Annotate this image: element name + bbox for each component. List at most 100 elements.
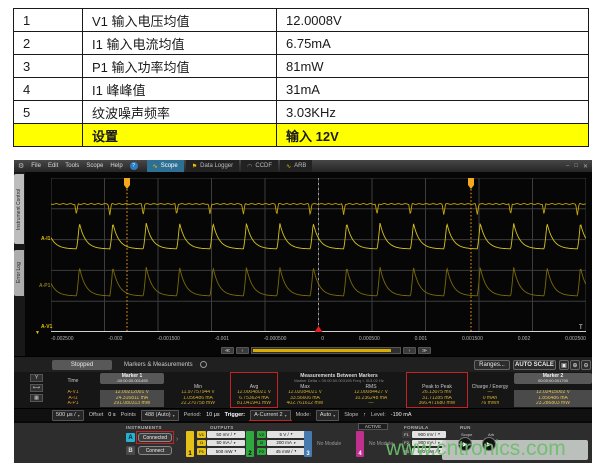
collapse-toggle-icon[interactable]	[200, 361, 207, 368]
level-value[interactable]: -190 mA	[391, 412, 412, 418]
menu-edit[interactable]: Edit	[48, 163, 58, 169]
p2-range-button[interactable]: 45 mW /▾	[267, 448, 305, 455]
watermark-text: www.cntronics.com	[386, 437, 566, 461]
sidebar-tab-instrument-control[interactable]: Instrument Control	[14, 174, 24, 244]
mode-label: Mode:	[296, 412, 311, 418]
x-tick: 0.002	[518, 336, 531, 342]
x-tick: 0.000500	[359, 336, 380, 342]
minimize-button[interactable]: –	[566, 163, 569, 170]
gear-icon[interactable]: ⚙	[18, 162, 24, 170]
ccdf-icon: ◠	[247, 163, 252, 170]
tab-data-logger[interactable]: ⚑Data Logger	[186, 160, 239, 172]
timebase-trigger-strip: 500 μs /▾ Offset 0 s Points 488 (Auto)▾ …	[14, 408, 592, 421]
channel3-no-module-label: No Module	[317, 441, 341, 447]
row-number: 1	[14, 9, 83, 32]
wave-icon: ∿	[153, 163, 158, 170]
ranges-button[interactable]: Ranges...	[474, 360, 510, 370]
i1-tag: I1	[197, 440, 206, 447]
v1-range-value: 50 mV /	[216, 432, 232, 437]
table-row: 4I1 峰峰值31mA	[14, 78, 589, 101]
flag-icon: ⚑	[192, 163, 197, 170]
x-tick: -0.002	[108, 336, 122, 342]
menu-file[interactable]: File	[31, 163, 41, 169]
x-tick: 0.001500	[462, 336, 483, 342]
offset-value[interactable]: 0 s	[108, 412, 115, 418]
row-value: 31mA	[277, 78, 589, 101]
row-name: P1 输入功率均值	[83, 55, 277, 78]
tab-label: CCDF	[255, 163, 272, 169]
maximize-button[interactable]: □	[574, 163, 578, 170]
table-tool-icon[interactable]: ▦	[30, 394, 43, 402]
window-controls: – □ ✕	[566, 163, 588, 170]
row-value: 6.75mA	[277, 32, 589, 55]
menu-scope[interactable]: Scope	[86, 163, 103, 169]
chevron-down-icon: ▾	[438, 432, 440, 436]
i2-range-button[interactable]: 200 mA▾	[267, 440, 305, 447]
scroll-thumb[interactable]	[253, 349, 391, 352]
chevron-down-icon: ▾	[235, 449, 237, 453]
slope-icon[interactable]: ↑	[363, 412, 366, 418]
timebase-dropdown[interactable]: 500 μs /▾	[52, 410, 84, 421]
p1-tag: P1	[197, 448, 206, 455]
instrument-b-connect-button[interactable]: Connect	[138, 446, 172, 455]
row-number: 3	[14, 55, 83, 78]
zoom-in-icon[interactable]: ⊕	[570, 360, 580, 370]
v1-tag: V1	[197, 431, 206, 438]
v1-range-button[interactable]: 50 mV /▾	[207, 431, 245, 438]
tab-scope[interactable]: ∿Scope	[147, 160, 184, 172]
tab-arb[interactable]: ∿ARB	[280, 160, 312, 172]
tab-ccdf[interactable]: ◠CCDF	[241, 160, 278, 172]
i2-tag: I2	[257, 440, 266, 447]
autoscale-button[interactable]: AUTO SCALE	[513, 360, 556, 370]
marker-tool-icon[interactable]: Y	[30, 374, 43, 382]
cell-m2: 23.286803 mW	[514, 401, 592, 407]
i2-range-value: 200 mA	[276, 440, 292, 445]
trace-label-v1: A-V1	[41, 324, 52, 330]
channel3-bar: 3	[304, 431, 312, 457]
scroll-left-button[interactable]: ‹	[236, 347, 249, 354]
active-tab[interactable]: ACTIVE	[358, 423, 388, 430]
p1-range-button[interactable]: 500 mW▾	[207, 448, 245, 455]
i1-range-button[interactable]: 50 mA /▾	[207, 440, 245, 447]
channel4-bar: 4	[356, 431, 364, 457]
chevron-down-icon: ▾	[295, 449, 297, 453]
scroll-track[interactable]	[251, 347, 401, 354]
menu-help[interactable]: Help	[110, 163, 122, 169]
stopped-button[interactable]: Stopped	[52, 360, 112, 370]
span-tool-icon[interactable]: ⟷	[30, 384, 43, 392]
zoom-out-icon[interactable]: ⊖	[581, 360, 591, 370]
row-number: 2	[14, 32, 83, 55]
scroll-right-button[interactable]: ›	[403, 347, 416, 354]
close-button[interactable]: ✕	[583, 163, 588, 170]
marker1-header[interactable]: Marker 1-00:00:00.001495	[100, 373, 164, 384]
waveform-plot-area[interactable]: T A-I1 A-P1 A-V1 ▼ -0.002500 -0.002 -0.0…	[25, 172, 592, 356]
tab-label: Scope	[161, 163, 178, 169]
v2-tag: V2	[257, 431, 266, 438]
annotation-pkpk-box	[406, 372, 468, 408]
trigger-source-value: A-Current 2	[254, 412, 282, 418]
chevron-down-icon: ▾	[173, 413, 175, 418]
marker2-header[interactable]: Marker 200:00:00.001700	[514, 373, 592, 384]
v2-range-button[interactable]: 5 V /▾	[267, 431, 305, 438]
arb-icon: ∿	[286, 163, 291, 170]
points-label: Points	[121, 412, 136, 418]
row-name: 设置	[83, 124, 277, 147]
level-label: Level:	[371, 412, 386, 418]
mode-dropdown[interactable]: Auto▾	[316, 410, 339, 421]
chevron-down-icon: ▾	[234, 432, 236, 436]
expander-icon[interactable]: ›	[176, 436, 178, 443]
scroll-right-fast-button[interactable]: ≫	[418, 347, 431, 354]
tab-label: ARB	[294, 163, 306, 169]
zoom-box-icon[interactable]: ▣	[559, 360, 569, 370]
p2-range-value: 45 mW /	[276, 449, 293, 454]
points-dropdown[interactable]: 488 (Auto)▾	[141, 410, 179, 421]
row-value: 81mW	[277, 55, 589, 78]
chevron-down-icon: ▾	[285, 413, 287, 418]
sidebar-tab-error-log[interactable]: Error Log	[14, 250, 24, 296]
trigger-source-dropdown[interactable]: A-Current 2▾	[250, 410, 290, 421]
help-icon[interactable]: ?	[130, 162, 138, 170]
scope-canvas[interactable]: T	[51, 178, 586, 332]
menu-tools[interactable]: Tools	[65, 163, 79, 169]
chevron-down-icon: ▾	[333, 413, 335, 418]
scroll-left-fast-button[interactable]: ≪	[221, 347, 234, 354]
